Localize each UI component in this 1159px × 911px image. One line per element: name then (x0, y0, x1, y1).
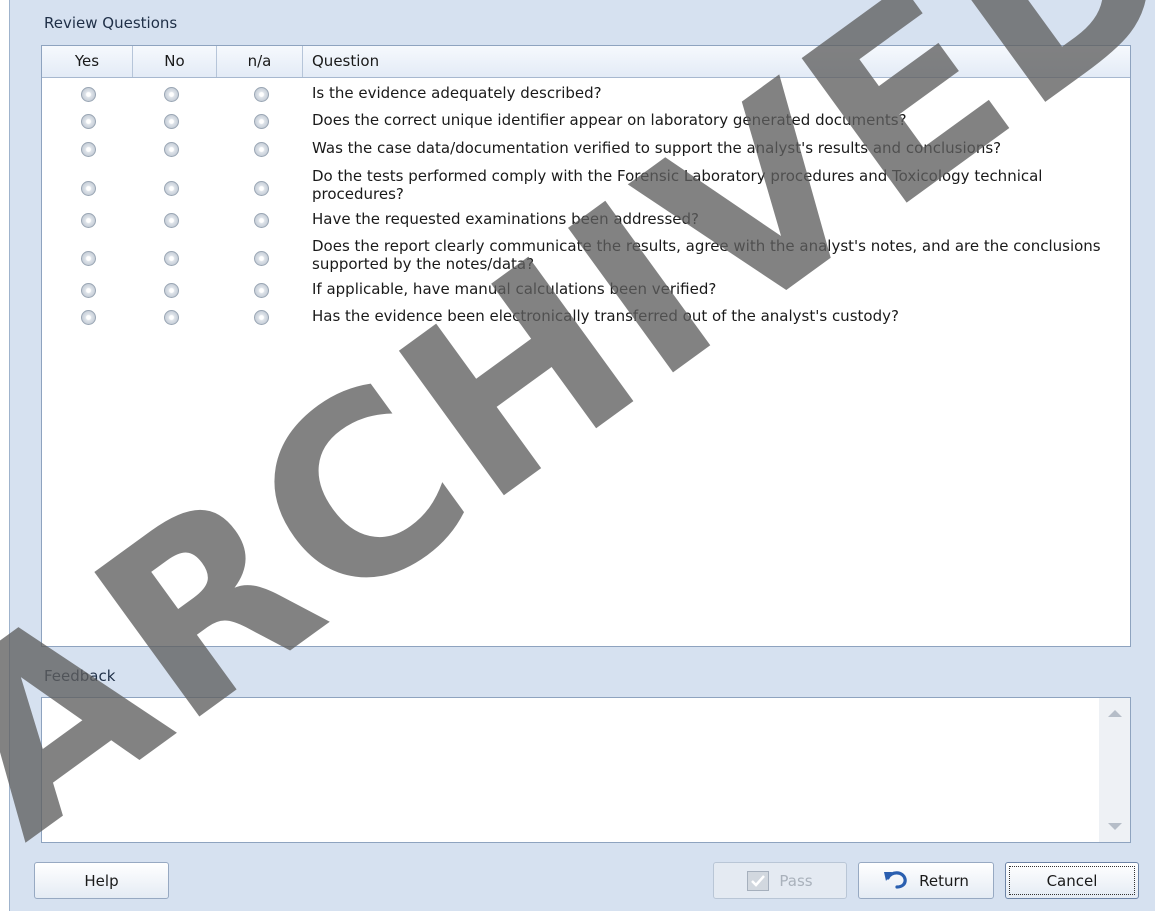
grid-header: Yes No n/a Question (42, 46, 1130, 78)
radio-yes[interactable] (81, 251, 96, 266)
question-text: If applicable, have manual calculations … (312, 280, 717, 298)
radio-no[interactable] (164, 114, 179, 129)
radio-no[interactable] (164, 181, 179, 196)
window-right-edge (1155, 0, 1159, 911)
radio-yes[interactable] (81, 283, 96, 298)
radio-na[interactable] (254, 114, 269, 129)
question-text: Have the requested examinations been add… (312, 210, 699, 228)
radio-no[interactable] (164, 142, 179, 157)
checkbox-icon (747, 870, 770, 891)
question-row: Does the correct unique identifier appea… (42, 107, 1130, 135)
radio-yes[interactable] (81, 181, 96, 196)
help-button-label: Help (84, 871, 119, 890)
radio-yes[interactable] (81, 142, 96, 157)
radio-na[interactable] (254, 310, 269, 325)
radio-yes[interactable] (81, 114, 96, 129)
radio-yes[interactable] (81, 213, 96, 228)
scroll-down-arrow-icon[interactable] (1108, 823, 1122, 830)
column-header-no[interactable]: No (133, 46, 217, 77)
feedback-label: Feedback (44, 667, 116, 685)
question-row: Does the report clearly communicate the … (42, 233, 1130, 276)
column-header-question[interactable]: Question (303, 46, 1130, 77)
review-questions-label: Review Questions (44, 14, 178, 32)
question-row: Do the tests performed comply with the F… (42, 163, 1130, 206)
help-button[interactable]: Help (34, 862, 169, 899)
question-text: Do the tests performed comply with the F… (312, 167, 1043, 203)
column-header-yes[interactable]: Yes (42, 46, 133, 77)
radio-na[interactable] (254, 251, 269, 266)
scroll-up-arrow-icon[interactable] (1108, 710, 1122, 717)
question-text: Was the case data/documentation verified… (312, 139, 1002, 157)
question-row: Is the evidence adequately described? (42, 80, 1130, 107)
radio-no[interactable] (164, 283, 179, 298)
radio-na[interactable] (254, 181, 269, 196)
radio-no[interactable] (164, 213, 179, 228)
column-header-na[interactable]: n/a (217, 46, 303, 77)
return-button[interactable]: Return (858, 862, 994, 899)
radio-na[interactable] (254, 142, 269, 157)
radio-no[interactable] (164, 310, 179, 325)
question-text: Has the evidence been electronically tra… (312, 307, 899, 325)
feedback-textarea[interactable] (41, 697, 1131, 843)
radio-no[interactable] (164, 251, 179, 266)
undo-arrow-icon (883, 868, 909, 894)
pass-button[interactable]: Pass (713, 862, 847, 899)
question-row: If applicable, have manual calculations … (42, 276, 1130, 303)
review-questions-grid: Yes No n/a Question Is the evidence adeq… (41, 45, 1131, 647)
radio-yes[interactable] (81, 310, 96, 325)
question-text: Does the report clearly communicate the … (312, 237, 1101, 273)
radio-na[interactable] (254, 283, 269, 298)
radio-no[interactable] (164, 87, 179, 102)
question-row: Was the case data/documentation verified… (42, 135, 1130, 163)
radio-yes[interactable] (81, 87, 96, 102)
question-row: Have the requested examinations been add… (42, 206, 1130, 233)
focus-rectangle (1009, 866, 1135, 895)
question-text: Does the correct unique identifier appea… (312, 111, 907, 129)
feedback-scrollbar[interactable] (1099, 698, 1130, 842)
question-row: Has the evidence been electronically tra… (42, 303, 1130, 330)
question-text: Is the evidence adequately described? (312, 84, 602, 102)
cancel-button[interactable]: Cancel (1005, 862, 1139, 899)
return-button-label: Return (919, 871, 969, 890)
radio-na[interactable] (254, 213, 269, 228)
radio-na[interactable] (254, 87, 269, 102)
window-left-edge (0, 0, 10, 911)
pass-button-label: Pass (779, 871, 813, 890)
